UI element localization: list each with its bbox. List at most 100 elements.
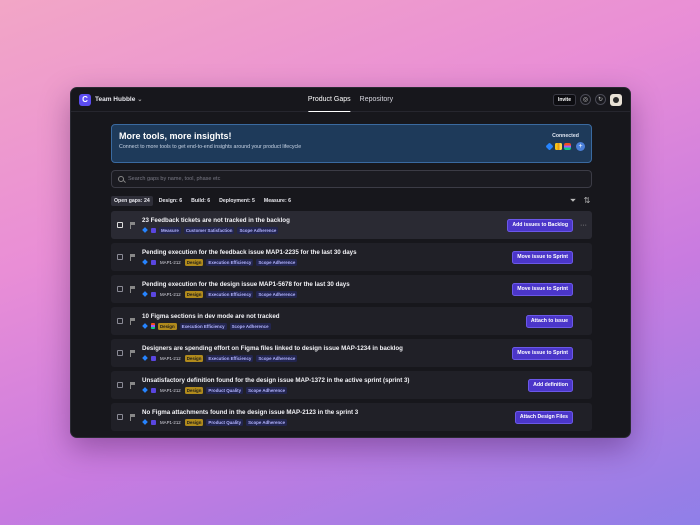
jira-icon [142,227,148,233]
filter-icon[interactable]: ⏷ [568,196,578,206]
metric-tag: Product Quality [206,386,244,394]
tool-icon [151,227,156,233]
flag-icon[interactable] [130,413,136,421]
gap-tags: Design Execution Efficiency Scope Adhere… [142,322,526,330]
move-issue-to-sprint-button[interactable]: Move issue to Sprint [512,282,573,296]
connected-label: Connected [552,133,579,139]
metric-tag: Scope Adherence [246,386,288,394]
phase-tag: Design [184,258,204,266]
gap-title: No Figma attachments found in the design… [142,408,359,416]
app-logo: C [79,93,91,106]
filter-bar: Open gaps: 24 Design: 6 Build: 6 Deploym… [111,195,592,207]
gap-tags: MAP1-212 Design Execution Efficiency Sco… [142,258,512,266]
metric-tag: Product Quality [206,418,244,426]
filter-design[interactable]: Design: 6 [156,196,185,206]
flag-icon[interactable] [130,317,136,325]
gap-row[interactable]: No Figma attachments found in the design… [111,403,592,431]
row-checkbox[interactable] [117,286,123,292]
gap-row[interactable]: Pending execution for the design issue M… [111,275,592,303]
flag-icon[interactable] [130,285,136,293]
search-input[interactable] [128,176,528,182]
filter-measure[interactable]: Measure: 6 [261,196,294,206]
gap-title: 23 Feedback tickets are not tracked in t… [142,216,290,224]
phase-tag: Design [184,354,204,362]
flag-icon[interactable] [130,221,136,229]
sort-icon[interactable]: ⇅ [582,196,592,206]
tab-repository[interactable]: Repository [360,88,393,112]
row-checkbox[interactable] [117,414,123,420]
flag-icon[interactable] [130,349,136,357]
metric-tag: Execution Efficiency [206,258,254,266]
flag-icon[interactable] [130,381,136,389]
row-checkbox[interactable] [117,254,123,260]
attach-design-files-button[interactable]: Attach Design Files [514,410,573,424]
gap-tags: MAP1-212 Design Execution Efficiency Sco… [142,354,512,362]
gap-tags: MAP1-212 Design Product Quality Scope Ad… [142,418,515,426]
metric-tag: Scope Adherence [229,322,271,330]
tool-icon [151,291,156,297]
add-tool-icon[interactable]: + [576,142,585,151]
row-checkbox[interactable] [117,382,123,388]
issue-id[interactable]: MAP1-212 [159,387,182,394]
metric-tag: Scope Adherence [237,226,279,234]
avatar-face-icon [613,96,619,103]
tab-product-gaps[interactable]: Product Gaps [307,88,351,112]
flag-icon[interactable] [130,253,136,261]
issue-id[interactable]: MAP1-212 [159,419,182,426]
gap-details: No Figma attachments found in the design… [142,409,515,426]
jira-icon [142,355,148,361]
phase-tag: Design [184,418,204,426]
metric-tag: Scope Adherence [256,258,298,266]
top-bar: C Team Hubble ⌄ Product Gaps Repository … [71,88,630,112]
issue-id[interactable]: MAP1-212 [159,355,182,362]
gap-details: 23 Feedback tickets are not tracked in t… [142,217,507,234]
connected-tool-logos: + [545,142,585,151]
filter-build[interactable]: Build: 6 [188,196,213,206]
gap-tags: Measure Customer Satisfaction Scope Adhe… [142,226,507,234]
gap-title: Designers are spending effort on Figma f… [142,344,403,352]
team-name: Team Hubble [95,96,136,103]
gap-tags: MAP1-212 Design Execution Efficiency Sco… [142,290,512,298]
metric-tag: Execution Efficiency [179,322,227,330]
attach-to-issue-button[interactable]: Attach to issue [525,314,573,328]
avatar[interactable] [610,93,622,106]
gap-row[interactable]: 10 Figma sections in dev mode are not tr… [111,307,592,335]
search-icon [118,176,124,182]
issue-id[interactable]: MAP1-212 [159,259,182,266]
gap-row[interactable]: Unsatisfactory definition found for the … [111,371,592,399]
filter-open-gaps[interactable]: Open gaps: 24 [111,196,153,206]
main-content: More tools, more insights! Connect to mo… [111,124,592,431]
metric-tag: Scope Adherence [246,418,288,426]
invite-button[interactable]: Invite [552,93,576,106]
move-issue-to-sprint-button[interactable]: Move issue to Sprint [512,346,573,360]
jira-icon [142,387,148,393]
gap-details: 10 Figma sections in dev mode are not tr… [142,313,526,330]
gap-row[interactable]: Pending execution for the feedback issue… [111,243,592,271]
chat-icon[interactable]: ◎ [580,94,591,105]
top-actions: Invite ◎ ↻ [552,93,622,106]
gaps-list: 23 Feedback tickets are not tracked in t… [111,211,592,431]
metric-tag: Execution Efficiency [206,290,254,298]
add-definition-button[interactable]: Add definition [528,378,573,392]
refresh-icon[interactable]: ↻ [595,94,606,105]
more-options-icon[interactable]: ··· [580,222,587,229]
team-switcher[interactable]: Team Hubble ⌄ [95,96,142,103]
row-checkbox[interactable] [117,222,123,228]
row-checkbox[interactable] [117,350,123,356]
filter-deployment[interactable]: Deployment: 5 [216,196,258,206]
gap-details: Designers are spending effort on Figma f… [142,345,512,362]
add-issues-to-backlog-button[interactable]: Add issues to Backlog [507,218,573,232]
move-issue-to-sprint-button[interactable]: Move issue to Sprint [512,250,573,264]
banner-subtitle: Connect to more tools to get end-to-end … [119,144,302,150]
issue-id[interactable]: MAP1-212 [159,291,182,298]
row-checkbox[interactable] [117,318,123,324]
tool-icon [151,259,156,265]
phase-tag: Design [158,322,177,330]
jira-icon [142,259,148,265]
gap-row[interactable]: 23 Feedback tickets are not tracked in t… [111,211,592,239]
bars-icon [555,143,562,150]
metric-tag: Scope Adherence [256,290,298,298]
search-bar[interactable] [111,170,592,188]
gap-row[interactable]: Designers are spending effort on Figma f… [111,339,592,367]
metric-tag: Scope Adherence [256,354,298,362]
